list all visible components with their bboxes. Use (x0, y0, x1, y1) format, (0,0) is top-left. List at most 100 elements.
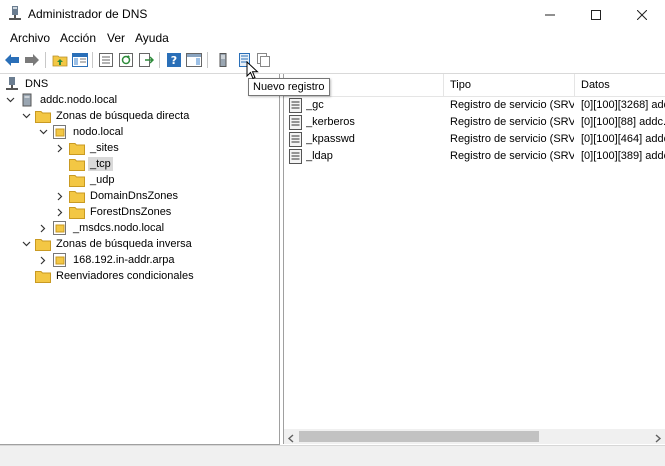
tree-label: _msdcs.nodo.local (73, 222, 165, 234)
server-icon[interactable] (214, 51, 232, 69)
tree-label: ForestDnsZones (90, 206, 172, 218)
up-folder-icon[interactable] (51, 51, 69, 69)
toolbar-separator (159, 52, 160, 68)
record-data: [0][100][389] addc (581, 150, 665, 162)
column-header-datos[interactable]: Datos (575, 74, 665, 96)
record-name: _gc (306, 99, 324, 111)
tree-label: nodo.local (73, 126, 124, 138)
tree-node-forestdnszones[interactable]: ForestDnsZones (54, 204, 173, 220)
record-type: Registro de servicio (SRV) (450, 150, 574, 162)
tree-label: addc.nodo.local (40, 94, 118, 106)
tree-label: Reenviadores condicionales (56, 270, 194, 282)
table-row[interactable]: _kerberos Registro de servicio (SRV) [0]… (284, 114, 665, 131)
tree-node-conditional-forwarders[interactable]: Reenviadores condicionales (20, 268, 196, 284)
properties-icon[interactable] (97, 51, 115, 69)
chevron-right-icon[interactable] (54, 142, 66, 154)
records-list[interactable]: Tipo Datos _gc Registro de servicio (SRV… (283, 74, 665, 444)
tree-label: DomainDnsZones (90, 190, 179, 202)
tree-label-selected: _tcp (88, 157, 113, 171)
toolbar: ? (0, 47, 665, 74)
tree-node-sites[interactable]: _sites (54, 140, 121, 156)
svg-text:?: ? (171, 54, 177, 67)
chevron-right-icon[interactable] (54, 190, 66, 202)
chevron-right-icon[interactable] (37, 254, 49, 266)
menu-ayuda[interactable]: Ayuda (131, 30, 173, 47)
export-list-icon[interactable] (137, 51, 155, 69)
mouse-cursor-icon (246, 60, 260, 84)
tree-node-forward-zones[interactable]: Zonas de búsqueda directa (20, 108, 191, 124)
tree-label: DNS (25, 78, 49, 90)
folder-icon (69, 141, 85, 155)
tree-node-server[interactable]: addc.nodo.local (4, 92, 119, 108)
tree-node-udp[interactable]: _udp (54, 172, 116, 188)
zone-icon (52, 253, 68, 267)
dns-app-icon (8, 6, 22, 22)
folder-icon (69, 205, 85, 219)
table-row[interactable]: _ldap Registro de servicio (SRV) [0][100… (284, 148, 665, 165)
tree-label: Zonas de búsqueda inversa (56, 238, 192, 250)
tree-node-zone[interactable]: nodo.local (37, 124, 125, 140)
tree-label: _sites (90, 142, 119, 154)
srv-record-icon (288, 149, 304, 169)
console-tree[interactable]: DNS addc.nodo.local Zonas de búsqueda di… (0, 74, 280, 445)
tree-node-domaindnszones[interactable]: DomainDnsZones (54, 188, 180, 204)
action-pane-icon[interactable] (185, 51, 203, 69)
record-name: _ldap (306, 150, 333, 162)
toolbar-separator (92, 52, 93, 68)
scrollbar-thumb[interactable] (299, 431, 539, 442)
tree-node-reverse-zones[interactable]: Zonas de búsqueda inversa (20, 236, 194, 252)
record-data: [0][100][3268] addc (581, 99, 665, 111)
horizontal-scrollbar[interactable] (284, 429, 665, 444)
tree-node-reverse-zone[interactable]: 168.192.in-addr.arpa (37, 252, 177, 268)
tree-node-tcp[interactable]: _tcp (54, 156, 113, 172)
maximize-button[interactable] (573, 0, 619, 30)
scroll-left-icon[interactable] (287, 432, 295, 444)
folder-icon (69, 173, 85, 187)
title-bar: Administrador de DNS (0, 0, 665, 30)
chevron-down-icon[interactable] (20, 238, 32, 250)
zone-icon (52, 125, 68, 139)
table-row[interactable]: _kpasswd Registro de servicio (SRV) [0][… (284, 131, 665, 148)
chevron-right-icon[interactable] (54, 206, 66, 218)
record-name: _kpasswd (306, 133, 355, 145)
record-data: [0][100][464] addc (581, 133, 665, 145)
tree-node-dns[interactable]: DNS (4, 76, 50, 92)
folder-icon (35, 237, 51, 251)
chevron-down-icon[interactable] (37, 126, 49, 138)
help-icon[interactable]: ? (165, 51, 183, 69)
menu-accion[interactable]: Acción (56, 30, 100, 47)
toolbar-separator (45, 52, 46, 68)
show-hide-tree-icon[interactable] (71, 51, 89, 69)
scroll-right-icon[interactable] (654, 432, 662, 444)
server-icon (19, 93, 35, 107)
refresh-icon[interactable] (117, 51, 135, 69)
table-row[interactable]: _gc Registro de servicio (SRV) [0][100][… (284, 97, 665, 114)
close-button[interactable] (619, 0, 665, 30)
column-header-tipo[interactable]: Tipo (444, 74, 575, 96)
status-bar (0, 445, 665, 466)
menu-ver[interactable]: Ver (103, 30, 129, 47)
record-type: Registro de servicio (SRV) (450, 99, 574, 111)
folder-icon (35, 109, 51, 123)
folder-icon (35, 269, 51, 283)
menu-archivo[interactable]: Archivo (6, 30, 54, 47)
record-name: _kerberos (306, 116, 355, 128)
tree-label: _udp (90, 174, 115, 186)
folder-icon (69, 189, 85, 203)
zone-icon (52, 221, 68, 235)
forward-icon[interactable] (23, 51, 41, 69)
chevron-down-icon[interactable] (4, 94, 16, 106)
window-title: Administrador de DNS (28, 7, 148, 21)
chevron-down-icon[interactable] (20, 110, 32, 122)
back-icon[interactable] (3, 51, 21, 69)
tree-node-msdcs[interactable]: _msdcs.nodo.local (37, 220, 166, 236)
menu-bar: Archivo Acción Ver Ayuda (0, 30, 665, 47)
chevron-right-icon[interactable] (37, 222, 49, 234)
tree-label: Zonas de búsqueda directa (56, 110, 190, 122)
tooltip-new-record: Nuevo registro (248, 78, 330, 96)
minimize-button[interactable] (527, 0, 573, 30)
list-header: Tipo Datos (284, 74, 665, 97)
record-type: Registro de servicio (SRV) (450, 133, 574, 145)
tree-label: 168.192.in-addr.arpa (73, 254, 175, 266)
record-type: Registro de servicio (SRV) (450, 116, 574, 128)
